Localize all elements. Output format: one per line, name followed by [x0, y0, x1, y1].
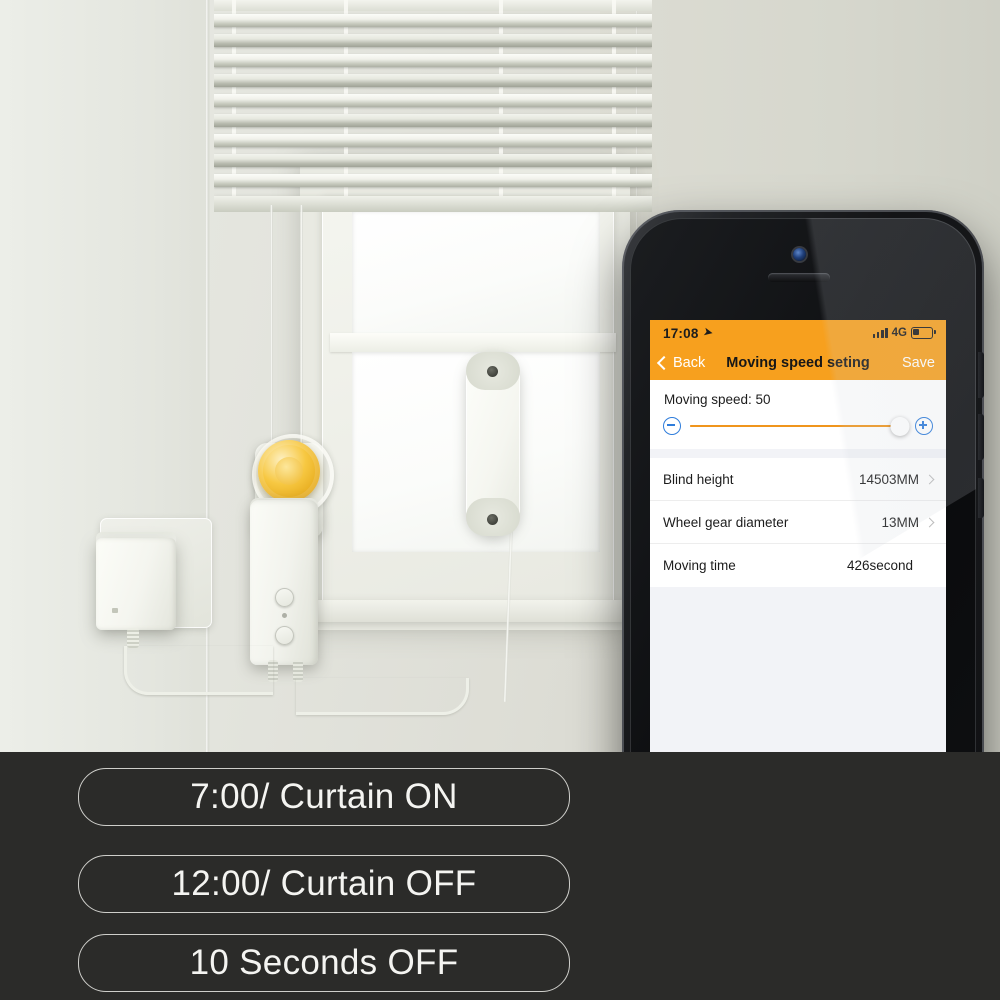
settings-row-right: 13MM: [881, 514, 935, 530]
settings-row[interactable]: Wheel gear diameter 13MM: [650, 501, 946, 544]
power-adapter: [96, 538, 176, 630]
blind-slat: [214, 74, 652, 87]
window-sill: [306, 600, 626, 622]
pull-cord-left: [270, 205, 273, 455]
motor-down-button: [275, 626, 294, 645]
blind-headrail: [214, 0, 652, 11]
settings-row-value: 426second: [846, 558, 913, 573]
blind-slat: [214, 14, 652, 27]
phone-silent-switch[interactable]: [978, 478, 984, 518]
blind-bottom-rail: [214, 196, 652, 212]
earpiece-speaker: [768, 273, 830, 282]
settings-row-label: Moving time: [663, 558, 736, 573]
status-bar-right: 4G: [872, 326, 936, 340]
window-glass-upper: [352, 210, 600, 338]
adapter-cable-strain-relief: [127, 628, 139, 648]
blind-slat: [214, 34, 652, 47]
speed-slider-row: [650, 407, 946, 449]
blind-slat: [214, 54, 652, 67]
wall-left: [0, 0, 210, 752]
venetian-blinds: [214, 0, 652, 212]
schedule-pill-2: 12:00/ Curtain OFF: [78, 855, 570, 913]
nav-bar: Back Moving speed seting Save: [650, 346, 946, 380]
settings-row-value: 13MM: [881, 514, 919, 530]
window-crossbar: [330, 333, 616, 352]
wall-seam-left: [206, 0, 209, 752]
chevron-left-icon: [656, 355, 672, 371]
settings-row: Moving time 426second: [650, 544, 946, 587]
settings-row-right: 426second: [847, 558, 933, 573]
blind-slat: [214, 174, 652, 187]
settings-row-label: Blind height: [663, 471, 734, 487]
slider-thumb[interactable]: [890, 416, 910, 436]
adapter-led: [112, 608, 118, 613]
battery-icon: [911, 326, 936, 340]
signal-bars-icon: [872, 328, 888, 338]
window-sensor-screw-top: [487, 366, 498, 377]
save-button[interactable]: Save: [902, 355, 946, 371]
plus-circle-icon[interactable]: [915, 417, 933, 435]
blind-slat: [214, 94, 652, 107]
settings-row-right: 14503MM: [858, 471, 935, 487]
moving-speed-label: Moving speed: 50: [664, 392, 771, 407]
motor-status-led: [282, 613, 287, 618]
window-sensor-screw-bottom: [487, 514, 498, 525]
settings-row[interactable]: Blind height 14503MM: [650, 458, 946, 501]
speed-slider[interactable]: [690, 416, 910, 436]
back-button-label: Back: [673, 355, 706, 371]
settings-row-label: Wheel gear diameter: [663, 514, 789, 530]
moving-speed-card: Moving speed: 50: [650, 380, 946, 449]
blind-slat: [214, 154, 652, 167]
gear-hub: [275, 457, 303, 485]
blind-slat: [214, 134, 652, 147]
back-button[interactable]: Back: [650, 355, 705, 371]
front-camera-icon: [793, 248, 806, 261]
blind-slat: [214, 114, 652, 127]
motor-up-button: [275, 588, 294, 607]
sensor-cable-run: [296, 678, 469, 715]
settings-list: Blind height 14503MM Wheel gear diameter 13…: [650, 458, 946, 587]
screenshot-root: 17:08 ➤ 4G Back Moving speed seting Save…: [0, 0, 1000, 1000]
slider-fill: [690, 424, 900, 428]
network-label: 4G: [891, 327, 907, 339]
chevron-right-icon: [924, 474, 935, 484]
schedule-pill-3: 10 Seconds OFF: [78, 934, 570, 992]
phone-volume-down-button[interactable]: [978, 414, 984, 460]
status-time: 17:08: [663, 325, 699, 341]
schedule-pill-1: 7:00/ Curtain ON: [78, 768, 570, 826]
power-cable: [124, 646, 273, 695]
settings-row-value: 14503MM: [858, 471, 919, 487]
location-arrow-icon: ➤: [701, 324, 715, 340]
minus-circle-icon[interactable]: [663, 417, 681, 435]
phone-volume-up-button[interactable]: [978, 352, 984, 398]
pull-cord-right: [300, 205, 303, 455]
chevron-right-icon: [924, 517, 935, 527]
status-bar: 17:08 ➤ 4G: [650, 320, 946, 346]
status-bar-left: 17:08 ➤: [663, 324, 715, 341]
